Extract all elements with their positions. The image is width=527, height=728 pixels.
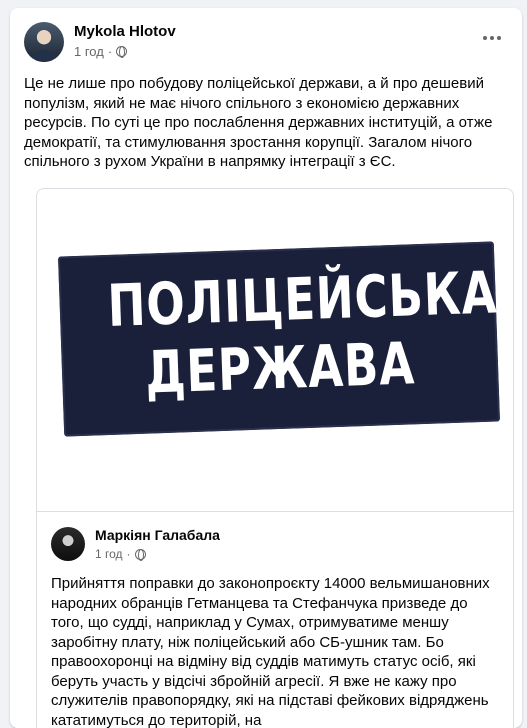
shared-post[interactable]: ПОЛІЦЕЙСЬКА ДЕРЖАВА Маркіян Галабала 1 г… — [36, 188, 514, 728]
shared-post-header: Маркіян Галабала 1 год · — [51, 527, 499, 567]
shared-post-text: Прийняття поправки до законопроєкту 1400… — [51, 575, 490, 728]
stamp-graphic: ПОЛІЦЕЙСЬКА ДЕРЖАВА — [57, 241, 501, 437]
shared-post-time[interactable]: 1 год — [95, 547, 123, 561]
globe-icon[interactable] — [116, 46, 128, 58]
shared-post-meta: 1 год · — [95, 547, 146, 561]
post-meta: 1 год · — [74, 44, 128, 59]
post-header: Mykola Hlotov 1 год · — [24, 22, 510, 66]
more-options-icon[interactable] — [480, 28, 504, 48]
shared-author-name[interactable]: Маркіян Галабала — [95, 527, 220, 543]
stamp-text-line2: ДЕРЖАВА — [144, 329, 416, 407]
stamp-text-line1: ПОЛІЦЕЙСЬКА — [106, 258, 499, 340]
author-avatar[interactable] — [24, 22, 64, 62]
post-card: Mykola Hlotov 1 год · Це не лише про поб… — [10, 8, 522, 728]
post-time[interactable]: 1 год — [74, 44, 104, 59]
post-text: Це не лише про побудову поліцейської дер… — [24, 75, 493, 170]
author-name[interactable]: Mykola Hlotov — [74, 23, 176, 40]
shared-post-image[interactable]: ПОЛІЦЕЙСЬКА ДЕРЖАВА — [37, 189, 513, 512]
globe-icon[interactable] — [134, 548, 146, 561]
shared-author-avatar[interactable] — [51, 527, 85, 561]
